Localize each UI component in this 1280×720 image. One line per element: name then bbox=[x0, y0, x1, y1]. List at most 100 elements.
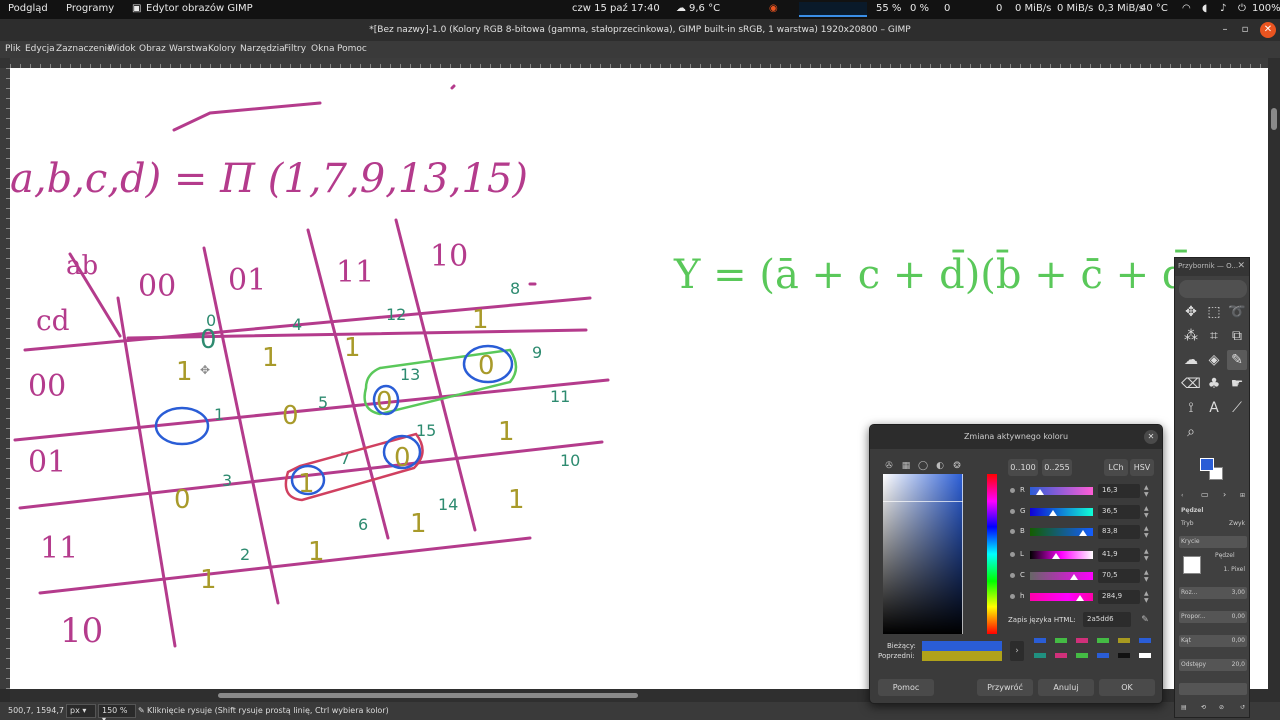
smudge-icon[interactable]: ☛ bbox=[1227, 374, 1247, 394]
menu-9[interactable]: Okna bbox=[311, 44, 335, 54]
lasso-icon[interactable]: ➰ bbox=[1227, 302, 1247, 322]
watercolor-selector-icon[interactable]: ❂ bbox=[950, 459, 964, 473]
warp-icon[interactable]: ☁ bbox=[1181, 350, 1201, 370]
paths-icon[interactable]: ⟟ bbox=[1181, 398, 1201, 418]
mode-row[interactable]: Tryb Zwyk bbox=[1179, 518, 1247, 530]
volume-icon[interactable]: ◖ bbox=[1202, 3, 1207, 14]
tab-left-icon[interactable]: ‹ bbox=[1181, 492, 1183, 499]
delete-preset-icon[interactable]: ⊘ bbox=[1219, 704, 1224, 711]
unit-select[interactable]: px ▾ bbox=[66, 704, 96, 718]
channel-slider[interactable] bbox=[1030, 572, 1093, 580]
spin-icon[interactable]: ▲ ▼ bbox=[1144, 505, 1149, 519]
toolbox-close-icon[interactable]: ✕ bbox=[1237, 261, 1245, 271]
menu-7[interactable]: Narzędzia bbox=[240, 44, 285, 54]
app-menu[interactable]: Edytor obrazów GIMP bbox=[146, 3, 253, 14]
channel-radio[interactable] bbox=[1010, 594, 1015, 599]
programs-button[interactable]: Programy bbox=[66, 3, 114, 14]
crop-icon[interactable]: ⌗ bbox=[1204, 326, 1224, 346]
history-swatch[interactable] bbox=[1076, 653, 1088, 658]
slider-marker[interactable] bbox=[1075, 595, 1084, 601]
saturation-value-area[interactable] bbox=[883, 474, 963, 634]
mode-value[interactable]: Zwyk bbox=[1229, 520, 1245, 527]
rect-select-icon[interactable]: ⬚ bbox=[1204, 302, 1224, 322]
opacity-row[interactable]: Krycie bbox=[1179, 536, 1247, 548]
foreground-color[interactable] bbox=[1200, 458, 1214, 471]
vertical-ruler[interactable] bbox=[0, 68, 10, 689]
text-icon[interactable]: A bbox=[1204, 398, 1224, 418]
hsv-button[interactable]: HSV bbox=[1130, 459, 1154, 476]
tab-menu-icon[interactable]: ⊞ bbox=[1240, 492, 1245, 499]
mic-icon[interactable]: ♪ bbox=[1220, 3, 1226, 14]
eraser-icon[interactable]: ⌫ bbox=[1181, 374, 1201, 394]
menu-1[interactable]: Edycja bbox=[25, 44, 55, 54]
history-swatch[interactable] bbox=[1118, 653, 1130, 658]
horizontal-scroll-thumb[interactable] bbox=[218, 693, 638, 698]
tab-right-icon[interactable]: › bbox=[1223, 490, 1226, 499]
history-swatch[interactable] bbox=[1118, 638, 1130, 643]
spin-icon[interactable]: ▲ ▼ bbox=[1144, 569, 1149, 583]
ok-button[interactable]: OK bbox=[1099, 679, 1155, 696]
history-swatch[interactable] bbox=[1055, 653, 1067, 658]
angle-row[interactable]: Kąt 0,00 bbox=[1179, 635, 1247, 647]
vertical-scroll-thumb[interactable] bbox=[1271, 108, 1277, 130]
channel-value[interactable]: 70,5 bbox=[1098, 569, 1140, 583]
eyedropper-icon[interactable]: ✎ bbox=[1138, 613, 1152, 627]
history-swatch[interactable] bbox=[1034, 653, 1046, 658]
channel-radio[interactable] bbox=[1010, 573, 1015, 578]
paintbrush-icon[interactable]: ✎ bbox=[1227, 350, 1247, 370]
slider-marker[interactable] bbox=[1036, 489, 1045, 495]
reset-options-icon[interactable]: ↺ bbox=[1240, 704, 1245, 711]
clone-icon[interactable]: ♣ bbox=[1204, 374, 1224, 394]
channel-slider[interactable] bbox=[1030, 551, 1093, 559]
zoom-select[interactable]: 150 % ▾ bbox=[98, 704, 136, 720]
channel-radio[interactable] bbox=[1010, 509, 1015, 514]
channel-value[interactable]: 36,5 bbox=[1098, 505, 1140, 519]
cancel-button[interactable]: Anuluj bbox=[1038, 679, 1094, 696]
color-picker-icon[interactable]: ⟋ bbox=[1227, 398, 1247, 418]
fg-bg-colors[interactable] bbox=[1200, 458, 1224, 480]
extra-row[interactable] bbox=[1179, 683, 1247, 695]
power-icon[interactable]: ⏻ bbox=[1238, 3, 1246, 14]
hue-strip[interactable] bbox=[987, 474, 997, 634]
aspect-row[interactable]: Propor... 0,00 bbox=[1179, 611, 1247, 623]
gimp-selector-icon[interactable]: ✇ bbox=[882, 459, 896, 473]
close-icon[interactable]: ✕ bbox=[1260, 22, 1276, 38]
wheel-selector-icon[interactable]: ◯ bbox=[916, 459, 930, 473]
vertical-scrollbar[interactable] bbox=[1268, 58, 1280, 705]
record-icon[interactable]: ◉ bbox=[769, 3, 778, 14]
spin-icon[interactable]: ▲ ▼ bbox=[1144, 484, 1149, 498]
menu-8[interactable]: Filtry bbox=[284, 44, 306, 54]
channel-value[interactable]: 83,8 bbox=[1098, 525, 1140, 539]
ruler-corner[interactable] bbox=[0, 58, 10, 68]
menu-0[interactable]: Plik bbox=[5, 44, 21, 54]
range-0-100-button[interactable]: 0..100 bbox=[1008, 459, 1038, 476]
triangle-selector-icon[interactable]: ◐ bbox=[933, 459, 947, 473]
menu-3[interactable]: Widok bbox=[108, 44, 136, 54]
size-row[interactable]: Roz... 3,00 bbox=[1179, 587, 1247, 599]
channel-radio[interactable] bbox=[1010, 552, 1015, 557]
reset-button[interactable]: Przywróć bbox=[977, 679, 1033, 696]
history-swatch[interactable] bbox=[1097, 638, 1109, 643]
history-swatch[interactable] bbox=[1139, 638, 1151, 643]
zoom-icon[interactable]: ⌕ bbox=[1181, 422, 1201, 442]
spin-icon[interactable]: ▲ ▼ bbox=[1144, 590, 1149, 604]
save-preset-icon[interactable]: ▤ bbox=[1181, 704, 1187, 711]
cmyk-selector-icon[interactable]: ▦ bbox=[899, 459, 913, 473]
wifi-icon[interactable]: ◠ bbox=[1182, 3, 1191, 14]
history-swatch[interactable] bbox=[1139, 653, 1151, 658]
minimize-icon[interactable]: – bbox=[1217, 22, 1233, 38]
activities-button[interactable]: Podgląd bbox=[8, 3, 48, 14]
horizontal-ruler[interactable] bbox=[10, 58, 1268, 68]
slider-marker[interactable] bbox=[1052, 553, 1061, 559]
slider-marker[interactable] bbox=[1070, 574, 1079, 580]
slider-marker[interactable] bbox=[1048, 510, 1057, 516]
weather-temp[interactable]: 9,6 °C bbox=[689, 3, 720, 14]
spin-icon[interactable]: ▲ ▼ bbox=[1144, 548, 1149, 562]
channel-value[interactable]: 284,9 bbox=[1098, 590, 1140, 604]
channel-radio[interactable] bbox=[1010, 529, 1015, 534]
add-to-history-icon[interactable]: › bbox=[1010, 641, 1024, 661]
history-swatch[interactable] bbox=[1055, 638, 1067, 643]
tab-options-icon[interactable]: ▭ bbox=[1201, 490, 1209, 499]
channel-radio[interactable] bbox=[1010, 488, 1015, 493]
channel-value[interactable]: 41,9 bbox=[1098, 548, 1140, 562]
